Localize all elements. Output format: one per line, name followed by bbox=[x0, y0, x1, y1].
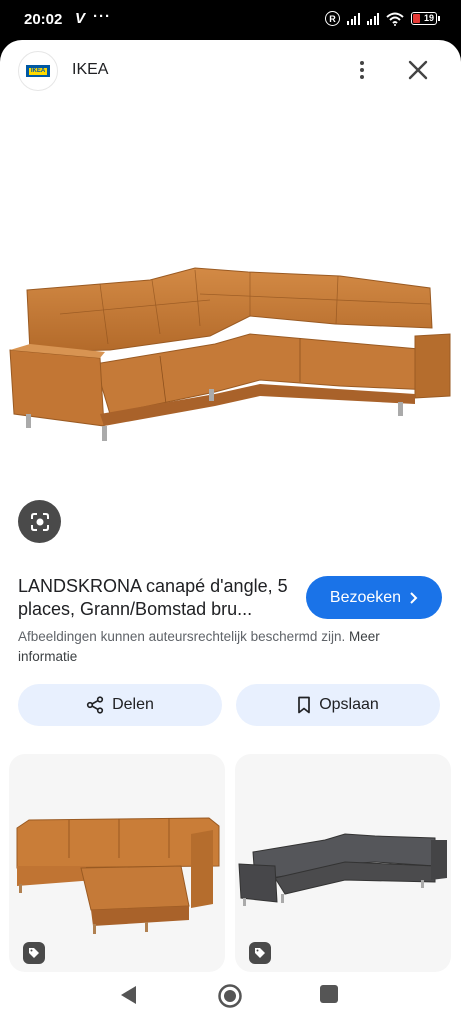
chevron-right-icon bbox=[410, 591, 418, 604]
chaise-sofa-image bbox=[16, 817, 220, 934]
related-card[interactable] bbox=[235, 754, 451, 972]
tag-icon bbox=[249, 942, 271, 964]
carrier-icon: V bbox=[75, 10, 86, 27]
share-button[interactable]: Delen bbox=[18, 684, 222, 726]
status-icons: R 19 bbox=[325, 11, 440, 26]
bookmark-icon bbox=[298, 696, 311, 714]
system-nav-bar bbox=[0, 972, 461, 1024]
battery-level: 19 bbox=[423, 13, 434, 23]
wifi-icon bbox=[386, 12, 404, 26]
save-button[interactable]: Opslaan bbox=[236, 684, 440, 726]
back-icon[interactable] bbox=[118, 984, 138, 1006]
roaming-icon: R bbox=[325, 11, 340, 26]
sheet-header: IKEA IKEA bbox=[0, 40, 461, 104]
hero-image[interactable] bbox=[0, 104, 461, 544]
status-bar: 20:02 V ··· R 19 bbox=[0, 0, 461, 40]
image-detail-sheet: IKEA IKEA LANDSKRONA canapé d'angle, 5 p… bbox=[0, 40, 461, 1024]
notification-dots: ··· bbox=[93, 8, 111, 25]
result-title[interactable]: LANDSKRONA canapé d'angle, 5 places, Gra… bbox=[18, 575, 293, 621]
site-name: IKEA bbox=[72, 61, 109, 78]
tag-icon bbox=[23, 942, 45, 964]
save-label: Opslaan bbox=[319, 696, 379, 713]
corner-sofa-image bbox=[9, 267, 451, 441]
visit-button[interactable]: Bezoeken bbox=[306, 576, 442, 619]
signal-icon bbox=[366, 12, 379, 25]
status-time: 20:02 bbox=[24, 11, 63, 28]
title-bold: LANDSKRONA bbox=[18, 576, 142, 596]
signal-icon bbox=[347, 12, 360, 25]
more-vert-icon[interactable] bbox=[348, 56, 376, 84]
battery-icon: 19 bbox=[411, 12, 440, 25]
share-icon bbox=[86, 696, 104, 714]
logo-text: IKEA bbox=[28, 67, 48, 75]
close-icon[interactable] bbox=[404, 56, 432, 84]
copyright-text: Afbeeldingen kunnen auteursrechtelijk be… bbox=[18, 629, 349, 644]
related-card[interactable] bbox=[9, 754, 225, 972]
grey-corner-sofa-image bbox=[238, 833, 447, 906]
site-logo: IKEA bbox=[18, 51, 58, 91]
home-icon[interactable] bbox=[217, 983, 243, 1009]
google-lens-icon[interactable] bbox=[18, 500, 61, 543]
recents-icon[interactable] bbox=[320, 985, 338, 1003]
copyright-notice: Afbeeldingen kunnen auteursrechtelijk be… bbox=[18, 627, 438, 667]
share-label: Delen bbox=[112, 696, 154, 713]
visit-label: Bezoeken bbox=[329, 588, 402, 606]
